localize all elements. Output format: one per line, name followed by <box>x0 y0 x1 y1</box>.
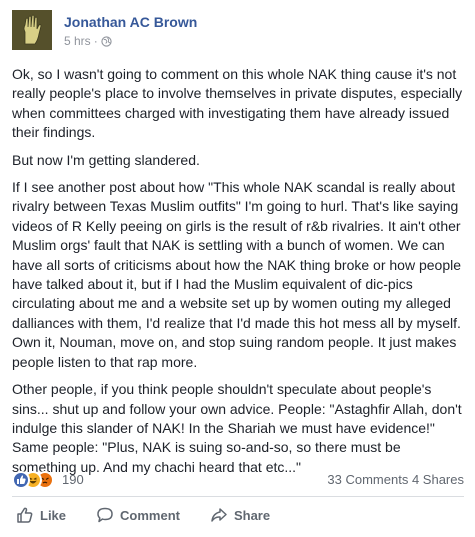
comments-count[interactable]: 33 Comments <box>327 472 408 487</box>
reaction-icons[interactable] <box>12 471 60 489</box>
post-paragraph: Ok, so I wasn't going to comment on this… <box>12 66 463 141</box>
like-label: Like <box>40 507 67 523</box>
post-paragraph: If I see another post about how "This wh… <box>12 179 462 370</box>
thumbs-up-icon <box>17 507 33 523</box>
share-label: Share <box>233 507 271 523</box>
action-bar: Like Comment Share <box>12 500 464 530</box>
post-meta: 5 hrs · <box>64 34 112 48</box>
comment-button[interactable]: Comment <box>92 500 180 530</box>
comment-icon <box>97 507 113 523</box>
post-card: Jonathan AC Brown 5 hrs · Ok, so I wasn'… <box>0 0 475 537</box>
author-name[interactable]: Jonathan AC Brown <box>64 14 197 30</box>
comment-label: Comment <box>120 507 180 523</box>
engagement-stats: 33 Comments 4 Shares <box>327 472 464 487</box>
reaction-count[interactable]: 190 <box>62 472 84 487</box>
post-header: Jonathan AC Brown 5 hrs · <box>12 10 462 54</box>
avatar[interactable] <box>12 10 52 50</box>
like-icon <box>12 471 30 489</box>
globe-icon[interactable] <box>101 35 112 47</box>
post-body: Ok, so I wasn't going to comment on this… <box>12 65 464 485</box>
post-paragraph: But now I'm getting slandered. <box>12 151 200 168</box>
reactions-bar: 190 33 Comments 4 Shares <box>12 470 464 490</box>
post-paragraph: Other people, if you think people should… <box>12 381 462 475</box>
like-button[interactable]: Like <box>12 500 66 530</box>
post-time[interactable]: 5 hrs <box>64 34 91 48</box>
share-icon <box>211 508 227 522</box>
shares-count[interactable]: 4 Shares <box>412 472 464 487</box>
meta-separator: · <box>93 34 98 48</box>
share-button[interactable]: Share <box>206 500 270 530</box>
avatar-image <box>12 10 52 50</box>
divider <box>12 496 464 497</box>
